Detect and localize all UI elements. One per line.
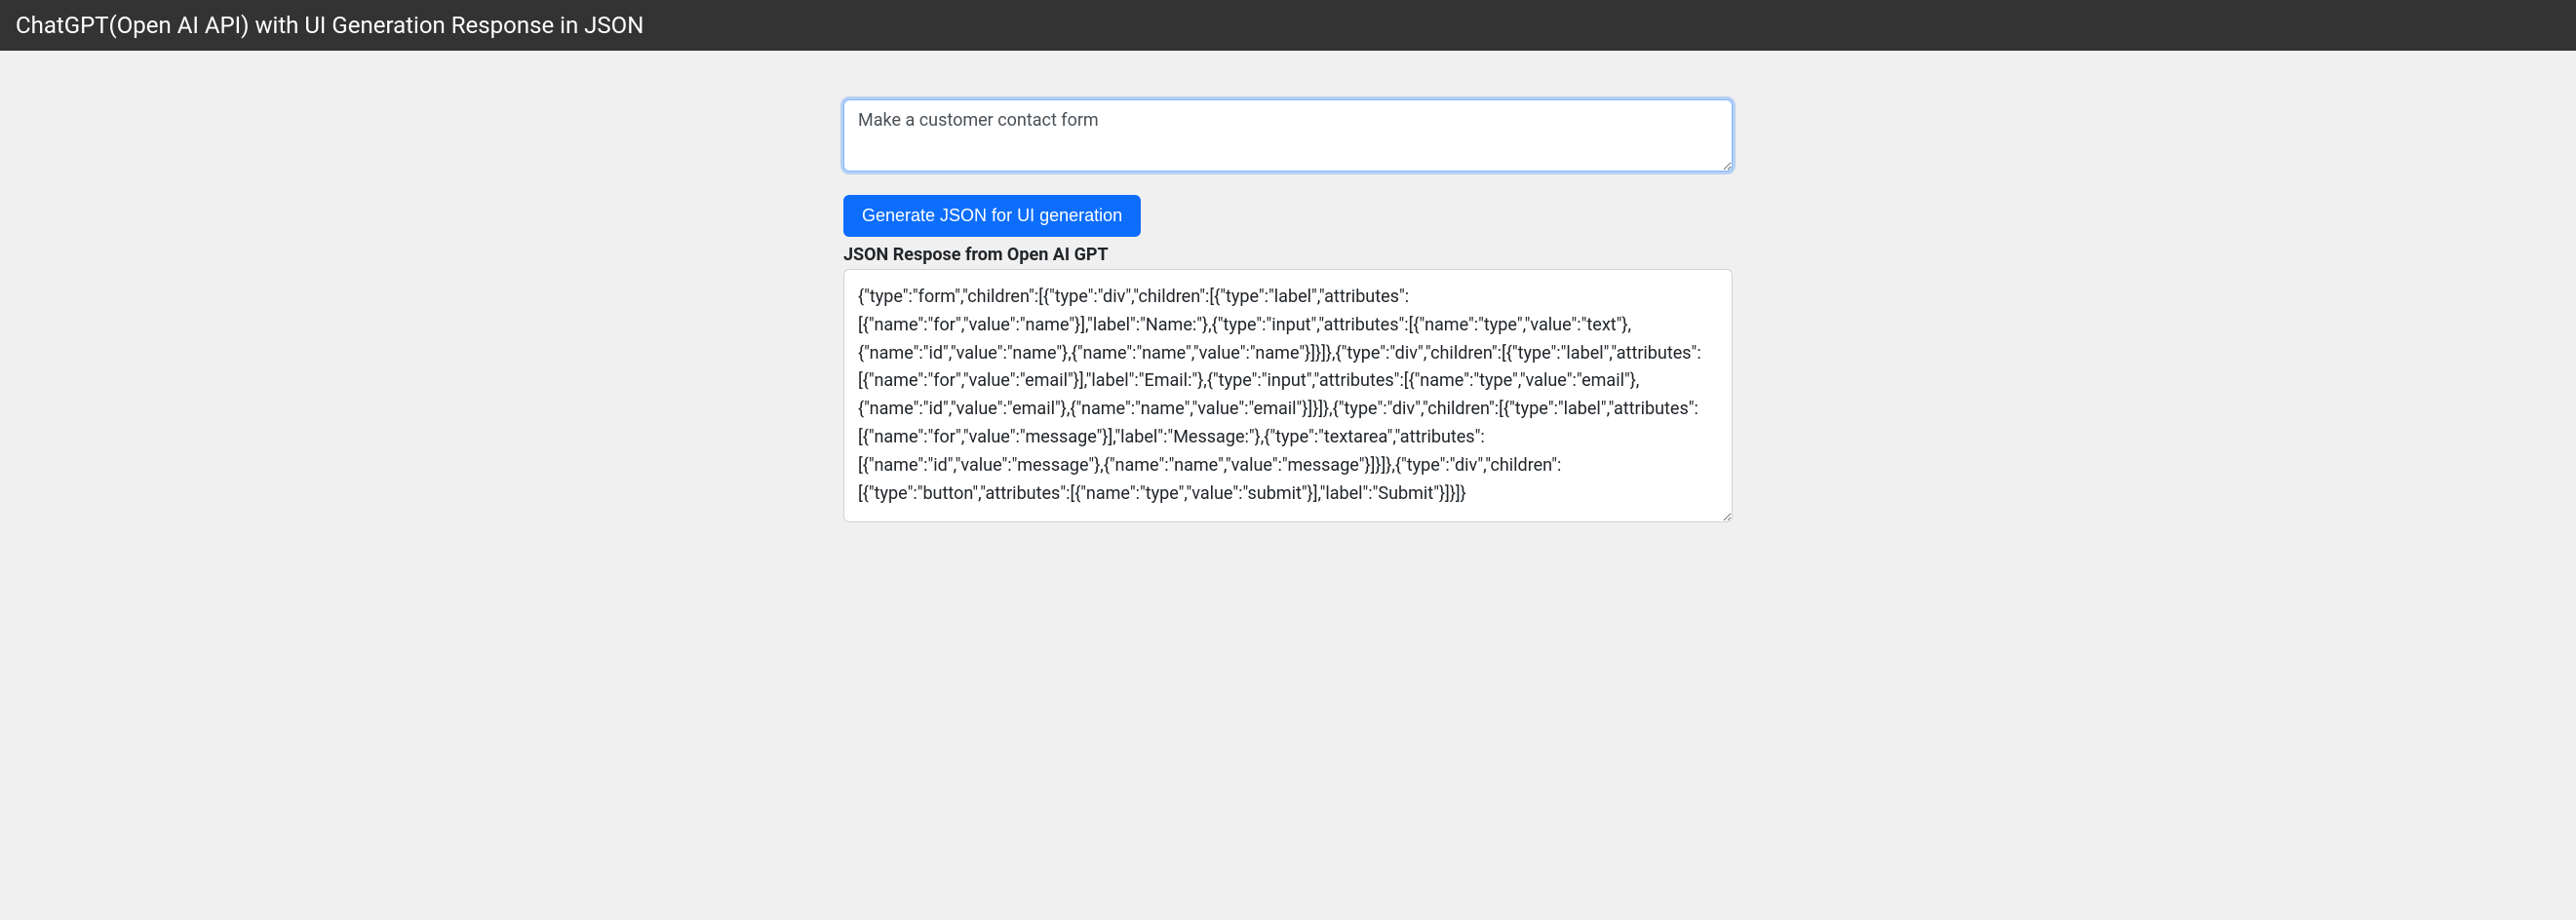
main-container: Make a customer contact form Generate JS…	[843, 51, 1733, 526]
app-title: ChatGPT(Open AI API) with UI Generation …	[16, 12, 644, 39]
response-label: JSON Respose from Open AI GPT	[843, 245, 1733, 265]
prompt-input[interactable]: Make a customer contact form	[843, 99, 1733, 172]
generate-button[interactable]: Generate JSON for UI generation	[843, 195, 1141, 237]
app-header: ChatGPT(Open AI API) with UI Generation …	[0, 0, 2576, 51]
response-output[interactable]: {"type":"form","children":[{"type":"div"…	[843, 269, 1733, 522]
